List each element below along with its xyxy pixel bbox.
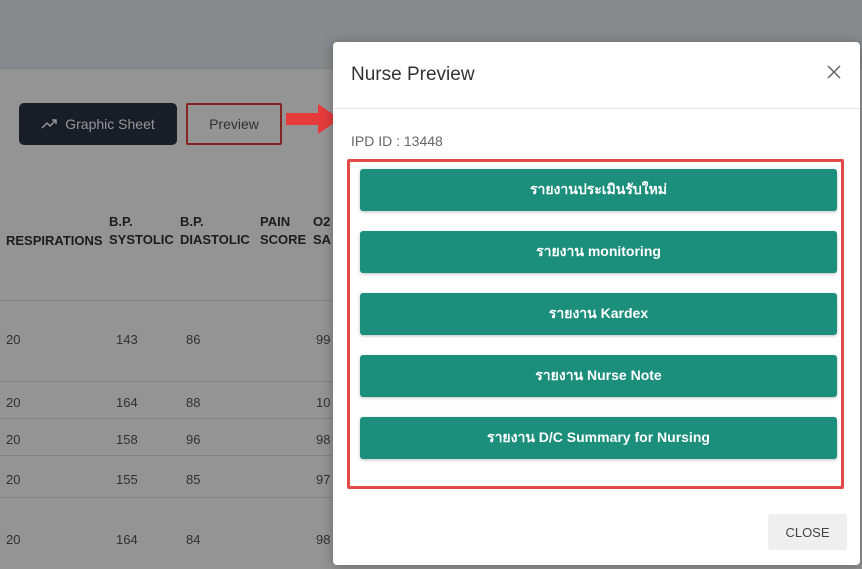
- report-new-admission-button[interactable]: รายงานประเมินรับใหม่: [360, 169, 837, 211]
- report-monitoring-button[interactable]: รายงาน monitoring: [360, 231, 837, 273]
- modal-title: Nurse Preview: [351, 64, 475, 85]
- report-nurse-note-button[interactable]: รายงาน Nurse Note: [360, 355, 837, 397]
- close-icon[interactable]: [826, 64, 842, 80]
- close-button[interactable]: CLOSE: [768, 514, 847, 550]
- report-dc-summary-button[interactable]: รายงาน D/C Summary for Nursing: [360, 417, 837, 459]
- ipd-id-label: IPD ID : 13448: [351, 133, 443, 149]
- modal-divider: [333, 108, 860, 109]
- report-kardex-button[interactable]: รายงาน Kardex: [360, 293, 837, 335]
- nurse-preview-modal: Nurse Preview IPD ID : 13448 รายงานประเม…: [333, 42, 860, 565]
